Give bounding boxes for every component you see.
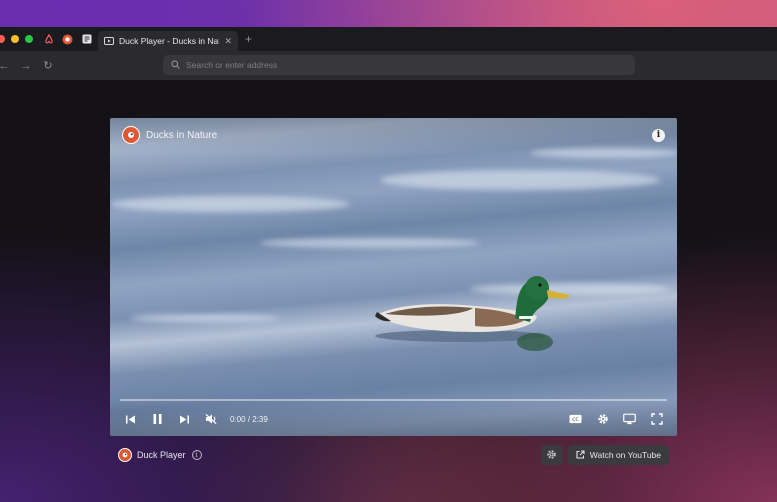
- progress-bar[interactable]: [120, 399, 667, 401]
- info-icon[interactable]: i: [652, 128, 665, 142]
- svg-text:CC: CC: [572, 417, 578, 423]
- address-bar[interactable]: [163, 55, 635, 75]
- close-window-button[interactable]: [0, 35, 5, 43]
- fullscreen-icon[interactable]: [650, 413, 663, 426]
- toolbar: ← → ↻: [0, 51, 777, 80]
- video-tab-icon: [104, 32, 114, 50]
- skip-back-icon[interactable]: [124, 413, 137, 426]
- duck-image: [375, 276, 570, 351]
- duck-player-footer: Duck Player i Watch on YouTube: [110, 436, 677, 473]
- minimize-window-button[interactable]: [11, 35, 19, 43]
- video-player[interactable]: Ducks in Nature i 0:00 / 2:39 CC: [110, 118, 677, 436]
- close-tab-icon[interactable]: ✕: [224, 36, 232, 47]
- mute-icon[interactable]: [205, 413, 218, 426]
- footer-settings-button[interactable]: [540, 444, 563, 465]
- gear-icon: [547, 450, 557, 459]
- tab-bar: Duck Player - Ducks in Nature ✕ +: [0, 27, 777, 51]
- water-ripple: [130, 314, 280, 322]
- duck-player-label: Duck Player: [137, 449, 186, 460]
- duckduckgo-logo-icon: [122, 126, 140, 144]
- settings-gear-icon[interactable]: [596, 413, 609, 426]
- player-header: Ducks in Nature i: [110, 118, 677, 152]
- reader-icon[interactable]: [81, 34, 92, 45]
- water-ripple: [380, 170, 660, 190]
- skip-forward-icon[interactable]: [178, 413, 191, 426]
- duckduckgo-logo-icon: [118, 447, 132, 462]
- water-ripple: [260, 238, 480, 248]
- video-title: Ducks in Nature: [146, 129, 218, 141]
- zoom-window-button[interactable]: [25, 35, 33, 43]
- time-display: 0:00 / 2:39: [230, 414, 268, 424]
- tab-duck-player[interactable]: Duck Player - Ducks in Nature ✕: [98, 31, 238, 51]
- browser-window: Duck Player - Ducks in Nature ✕ + ← → ↻: [0, 27, 777, 502]
- tab-label: Duck Player - Ducks in Nature: [119, 36, 220, 46]
- address-input[interactable]: [186, 60, 635, 70]
- reload-icon[interactable]: ↻: [42, 59, 54, 72]
- airbnb-icon[interactable]: [43, 34, 54, 45]
- pinned-tabs: [43, 34, 92, 45]
- watch-on-youtube-button[interactable]: Watch on YouTube: [567, 444, 669, 465]
- player-controls: 0:00 / 2:39 CC: [110, 402, 677, 436]
- forward-arrow-icon[interactable]: →: [20, 60, 32, 72]
- footer-info-icon[interactable]: i: [191, 449, 202, 460]
- duckduckgo-icon[interactable]: [62, 34, 73, 45]
- window-controls: [0, 35, 33, 43]
- watch-on-youtube-label: Watch on YouTube: [589, 449, 661, 460]
- new-tab-button[interactable]: +: [245, 32, 252, 46]
- water-ripple: [110, 196, 350, 212]
- captions-icon[interactable]: CC: [569, 413, 582, 426]
- pause-icon[interactable]: [151, 413, 164, 426]
- airplay-icon[interactable]: [623, 413, 636, 426]
- back-arrow-icon[interactable]: ←: [0, 60, 10, 72]
- navigation-buttons: ← → ↻: [0, 59, 54, 73]
- external-link-icon: [576, 450, 585, 459]
- search-icon: [171, 56, 180, 74]
